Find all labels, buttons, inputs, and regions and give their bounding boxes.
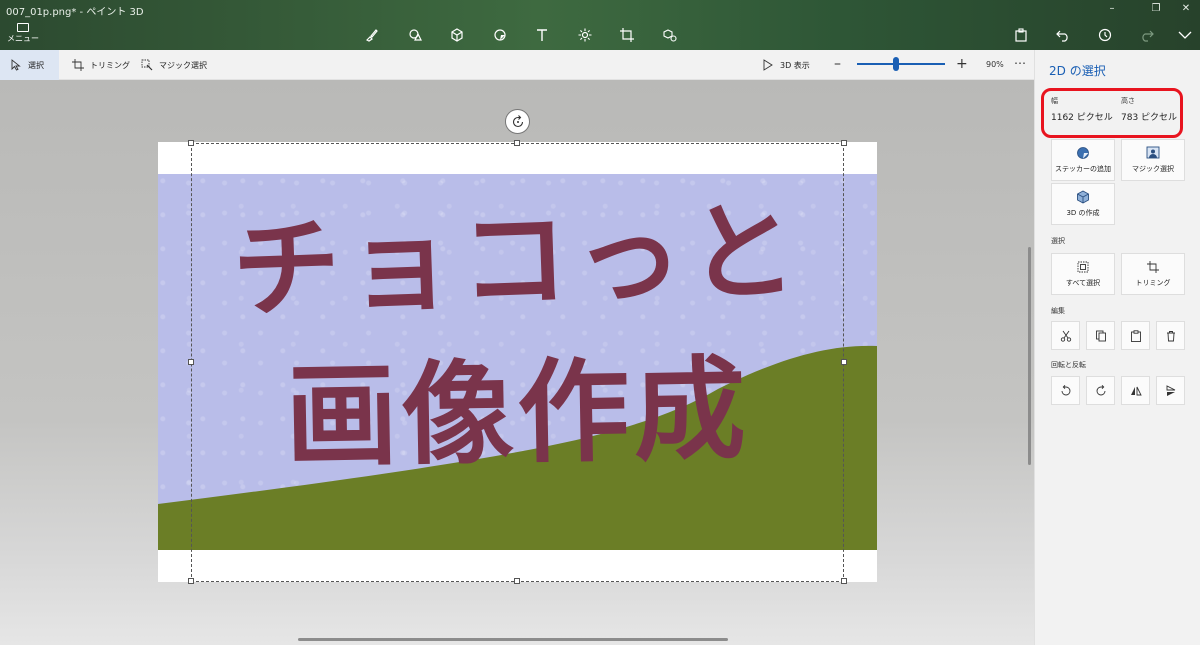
copy-icon — [1095, 330, 1106, 341]
resize-handle-left[interactable] — [188, 359, 194, 365]
pointer-icon — [11, 59, 21, 71]
cut-button[interactable] — [1051, 321, 1080, 350]
flip-horizontal-button[interactable] — [1121, 376, 1150, 405]
undo-icon[interactable] — [1053, 26, 1073, 44]
select-label: 選択 — [28, 60, 44, 70]
zoom-out-icon[interactable]: – — [834, 56, 841, 72]
copy-button[interactable] — [1086, 321, 1115, 350]
clipboard-icon[interactable] — [1011, 26, 1031, 44]
restore-icon[interactable]: ❐ — [1142, 2, 1170, 16]
chevron-down-icon[interactable] — [1175, 26, 1195, 44]
rotate-right-button[interactable] — [1086, 376, 1115, 405]
dimension-highlight-annotation — [1041, 88, 1183, 138]
properties-panel: 2D の選択 幅 1162 ピクセル 高さ 783 ピクセル ステッカーの追加 … — [1034, 50, 1200, 645]
resize-handle-top-right[interactable] — [841, 140, 847, 146]
menu-label: メニュー — [7, 34, 39, 43]
menu-button[interactable]: メニュー — [6, 22, 40, 48]
trash-icon — [1166, 330, 1175, 341]
paste-panel-button[interactable] — [1121, 321, 1150, 350]
resize-handle-bottom-right[interactable] — [841, 578, 847, 584]
rotate-handle[interactable] — [505, 109, 530, 134]
magic-select-icon — [141, 59, 153, 71]
folder-icon — [17, 23, 29, 32]
sticker-icon — [1077, 147, 1089, 159]
make-3d-button[interactable]: 3D の作成 — [1051, 183, 1115, 225]
resize-handle-top[interactable] — [514, 140, 520, 146]
rotate-icon — [512, 114, 523, 127]
sticker-icon[interactable] — [490, 26, 510, 44]
magic-select-panel-button[interactable]: マジック選択 — [1121, 139, 1185, 181]
resize-handle-bottom-left[interactable] — [188, 578, 194, 584]
library-icon[interactable] — [660, 26, 680, 44]
magic-select-icon — [1146, 146, 1160, 159]
rotate-section-label: 回転と反転 — [1051, 361, 1086, 369]
sun-icon[interactable] — [575, 26, 595, 44]
resize-handle-bottom[interactable] — [514, 578, 520, 584]
command-bar: 選択 トリミング マジック選択 3D 表示 — [0, 50, 1034, 80]
zoom-value: 90% — [986, 60, 1004, 69]
history-icon[interactable] — [1095, 26, 1115, 44]
zoom-in-icon[interactable]: + — [956, 56, 968, 72]
add-sticker-button[interactable]: ステッカーの追加 — [1051, 139, 1115, 181]
minimize-icon[interactable]: – — [1098, 2, 1126, 16]
clipboard-icon — [1130, 329, 1141, 342]
scissors-icon — [1060, 330, 1071, 342]
flip-vertical-icon — [1166, 384, 1175, 396]
trim-button[interactable]: トリミング — [62, 50, 140, 80]
resize-handle-top-left[interactable] — [188, 140, 194, 146]
horizontal-scrollbar[interactable] — [298, 638, 728, 641]
trim-panel-button[interactable]: トリミング — [1121, 253, 1185, 295]
vertical-scrollbar[interactable] — [1028, 247, 1031, 465]
cube-icon — [1077, 190, 1089, 204]
flip-vertical-button[interactable] — [1156, 376, 1185, 405]
brush-icon[interactable] — [362, 26, 382, 44]
window-title: 007_01p.png* - ペイント 3D — [6, 7, 144, 18]
close-icon[interactable]: ✕ — [1172, 2, 1200, 16]
redo-icon[interactable] — [1137, 26, 1157, 44]
trim-panel-label: トリミング — [1135, 279, 1171, 287]
trim-label: トリミング — [90, 60, 130, 70]
zoom-slider-track[interactable] — [857, 63, 945, 65]
more-options-icon[interactable]: ⋯ — [1014, 56, 1026, 70]
edit-section-label: 編集 — [1051, 307, 1065, 315]
view-3d-label: 3D 表示 — [780, 60, 810, 70]
view-3d-button[interactable]: 3D 表示 — [752, 50, 820, 80]
select-all-icon — [1077, 261, 1089, 273]
crop-icon — [1147, 261, 1159, 273]
magic-select-panel-label: マジック選択 — [1132, 165, 1174, 173]
title-toolbar: 007_01p.png* - ペイント 3D – ❐ ✕ メニュー — [0, 0, 1200, 50]
view-3d-icon — [763, 59, 773, 71]
cube-icon[interactable] — [447, 26, 467, 44]
delete-button[interactable] — [1156, 321, 1185, 350]
selection-box[interactable] — [191, 143, 844, 582]
select-button[interactable]: 選択 — [0, 50, 59, 80]
select-section-label: 選択 — [1051, 237, 1065, 245]
text-icon[interactable] — [532, 26, 552, 44]
select-all-button[interactable]: すべて選択 — [1051, 253, 1115, 295]
2d-shapes-icon[interactable] — [405, 26, 425, 44]
flip-horizontal-icon — [1130, 386, 1142, 395]
zoom-slider-thumb[interactable] — [893, 57, 899, 71]
select-all-label: すべて選択 — [1065, 279, 1101, 287]
magic-select-label: マジック選択 — [159, 60, 207, 70]
magic-select-button[interactable]: マジック選択 — [131, 50, 217, 80]
rotate-right-icon — [1096, 384, 1105, 395]
make-3d-label: 3D の作成 — [1066, 209, 1100, 217]
resize-handle-right[interactable] — [841, 359, 847, 365]
crop-icon[interactable] — [617, 26, 637, 44]
rotate-left-button[interactable] — [1051, 376, 1080, 405]
panel-title: 2D の選択 — [1049, 64, 1106, 78]
rotate-left-icon — [1061, 384, 1070, 395]
add-sticker-label: ステッカーの追加 — [1055, 165, 1111, 173]
crop-icon — [72, 59, 84, 71]
